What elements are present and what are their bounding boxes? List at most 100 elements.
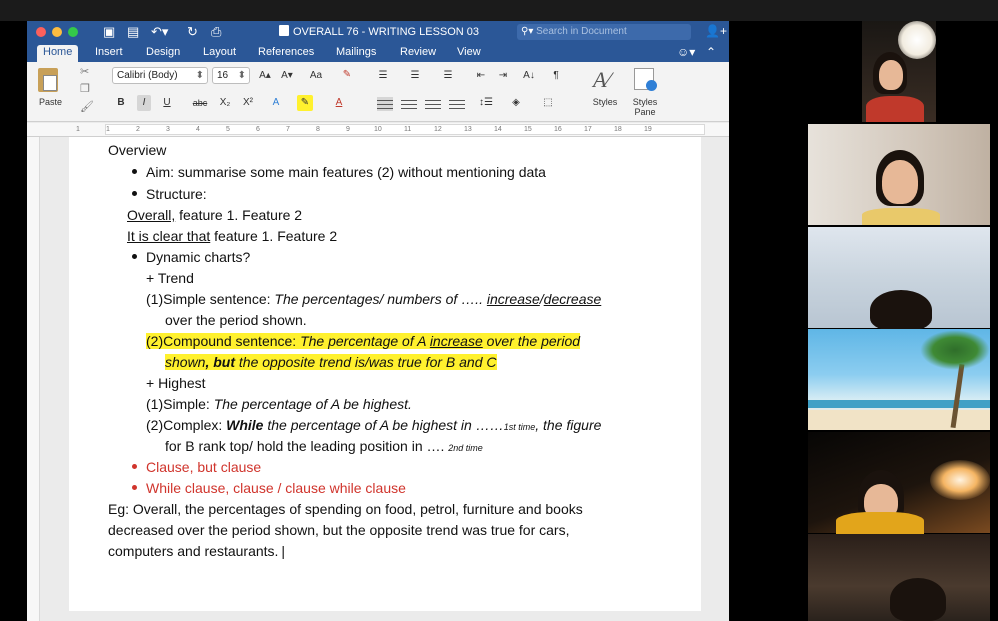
simple-sentence-continuation: over the period shown. bbox=[165, 312, 307, 328]
shrink-font-button[interactable]: A▾ bbox=[278, 68, 296, 84]
align-center-icon[interactable] bbox=[401, 97, 417, 111]
aim-text: Aim: summarise some main features (2) wi… bbox=[146, 164, 546, 180]
save-icon[interactable]: ▤ bbox=[127, 24, 139, 40]
bold-button[interactable]: B bbox=[114, 95, 128, 111]
word-window: ▣ ▤ ↶▾ ↻ ⎙ OVERALL 76 - WRITING LESSON 0… bbox=[27, 21, 729, 621]
redo-icon[interactable]: ↻ bbox=[187, 24, 198, 40]
video-top-strip bbox=[0, 0, 998, 21]
maximize-window-button[interactable] bbox=[68, 27, 78, 37]
tab-view[interactable]: View bbox=[451, 45, 487, 62]
ruler-number: 14 bbox=[494, 126, 502, 133]
text-effects-button[interactable]: A bbox=[269, 95, 283, 111]
example-line-2: decreased over the period shown, but the… bbox=[108, 522, 570, 538]
palm-tree-leaves bbox=[920, 330, 990, 370]
underline-button[interactable]: U bbox=[160, 95, 174, 111]
lamp-light bbox=[898, 21, 936, 59]
change-case-button[interactable]: Aa bbox=[305, 68, 327, 84]
share-icon[interactable]: 👤+ bbox=[705, 24, 727, 38]
strikethrough-button[interactable]: abc bbox=[190, 95, 210, 111]
cut-icon[interactable]: ✂ bbox=[80, 65, 89, 78]
styles-pane-icon[interactable] bbox=[634, 68, 657, 91]
clear-formatting-icon[interactable]: ✎ bbox=[338, 67, 356, 83]
tab-home[interactable]: Home bbox=[37, 45, 79, 62]
highest-complex-continuation: for B rank top/ hold the leading positio… bbox=[165, 438, 483, 454]
structure-text: Structure: bbox=[146, 186, 207, 202]
lamp-light bbox=[930, 460, 990, 500]
highlight-color-button[interactable]: ✎ bbox=[297, 95, 313, 111]
copy-icon[interactable]: ❐ bbox=[80, 82, 90, 95]
sidebar-toggle-icon[interactable]: ▣ bbox=[103, 24, 115, 40]
vertical-ruler[interactable] bbox=[27, 137, 40, 621]
trend-text: + Trend bbox=[146, 270, 194, 286]
bullet-icon bbox=[132, 464, 137, 469]
bullet-icon bbox=[132, 254, 137, 259]
font-color-button[interactable]: A bbox=[332, 95, 346, 111]
align-right-icon[interactable] bbox=[425, 97, 441, 111]
feedback-smiley-icon[interactable]: ☺▾ bbox=[677, 45, 695, 59]
participant-1-face bbox=[879, 60, 903, 90]
dynamic-charts-text: Dynamic charts? bbox=[146, 249, 251, 265]
participant-3-hair bbox=[870, 290, 932, 330]
close-window-button[interactable] bbox=[36, 27, 46, 37]
paste-label: Paste bbox=[39, 97, 63, 107]
collapse-ribbon-icon[interactable]: ⌃ bbox=[706, 45, 716, 59]
justify-icon[interactable] bbox=[449, 97, 465, 111]
chevron-down-icon: ⬍ bbox=[237, 70, 246, 81]
tab-mailings[interactable]: Mailings bbox=[330, 45, 382, 62]
tab-layout[interactable]: Layout bbox=[197, 45, 242, 62]
document-title: OVERALL 76 - WRITING LESSON 03 bbox=[279, 25, 479, 39]
participant-6-hair bbox=[890, 578, 946, 621]
multilevel-list-icon[interactable]: ☰ bbox=[440, 68, 456, 84]
undo-icon[interactable]: ↶▾ bbox=[151, 24, 168, 40]
ruler-number: 4 bbox=[196, 126, 200, 133]
highest-text: + Highest bbox=[146, 375, 206, 391]
ruler-number: 13 bbox=[464, 126, 472, 133]
ruler-number: 8 bbox=[316, 126, 320, 133]
tab-design[interactable]: Design bbox=[140, 45, 186, 62]
example-line-1: Eg: Overall, the percentages of spending… bbox=[108, 501, 583, 517]
participant-2-face bbox=[882, 160, 918, 204]
italic-button[interactable]: I bbox=[137, 95, 151, 111]
tab-insert[interactable]: Insert bbox=[89, 45, 129, 62]
styles-pane-label[interactable]: Styles Pane bbox=[627, 97, 663, 117]
participant-5-shirt bbox=[836, 512, 924, 534]
ribbon-home: Paste ✂ ❐ 🖌 Calibri (Body) ⬍ 16 ⬍ A▴ A▾ Aa… bbox=[27, 62, 729, 122]
sort-button[interactable]: A↓ bbox=[521, 68, 537, 84]
styles-icon[interactable]: A⁄ bbox=[593, 67, 610, 93]
ruler-number: 5 bbox=[226, 126, 230, 133]
paste-icon[interactable] bbox=[38, 68, 58, 92]
tab-review[interactable]: Review bbox=[394, 45, 442, 62]
ruler-number: 9 bbox=[346, 126, 350, 133]
ruler-number: 16 bbox=[554, 126, 562, 133]
format-painter-icon[interactable]: 🖌 bbox=[80, 100, 94, 113]
show-formatting-button[interactable]: ¶ bbox=[550, 68, 562, 84]
numbering-icon[interactable]: ☰ bbox=[407, 68, 423, 84]
print-icon[interactable]: ⎙ bbox=[211, 24, 221, 40]
subscript-button[interactable]: X₂ bbox=[217, 95, 233, 111]
ruler-number: 18 bbox=[614, 126, 622, 133]
horizontal-ruler[interactable]: 1 1 2 3 4 5 6 7 8 9 10 11 12 13 14 15 16… bbox=[27, 123, 729, 137]
font-name-select[interactable]: Calibri (Body) ⬍ bbox=[112, 67, 208, 84]
font-size-select[interactable]: 16 ⬍ bbox=[212, 67, 250, 84]
ruler-number: 1 bbox=[106, 126, 110, 133]
increase-indent-icon[interactable]: ⇥ bbox=[495, 68, 511, 84]
shading-icon[interactable]: ◈ bbox=[507, 95, 525, 111]
clear-structure-text: It is clear that feature 1. Feature 2 bbox=[127, 228, 338, 244]
borders-icon[interactable]: ⬚ bbox=[537, 95, 559, 111]
search-document-input[interactable]: ⚲▾ Search in Document bbox=[517, 24, 691, 40]
ruler-number: 3 bbox=[166, 126, 170, 133]
line-spacing-icon[interactable]: ↕☰ bbox=[477, 95, 495, 111]
styles-label[interactable]: Styles bbox=[589, 97, 621, 107]
document-page[interactable]: Overview Aim: summarise some main featur… bbox=[69, 137, 701, 611]
bullets-icon[interactable]: ☰ bbox=[375, 68, 391, 84]
simple-sentence-text: (1)Simple sentence: The percentages/ num… bbox=[146, 291, 602, 307]
superscript-button[interactable]: X² bbox=[240, 95, 256, 111]
grow-font-button[interactable]: A▴ bbox=[256, 68, 274, 84]
tab-references[interactable]: References bbox=[252, 45, 320, 62]
ruler-number: 11 bbox=[404, 126, 412, 133]
clause-but-text: Clause, but clause bbox=[146, 459, 262, 475]
text-cursor: | bbox=[281, 543, 286, 559]
decrease-indent-icon[interactable]: ⇤ bbox=[473, 68, 489, 84]
minimize-window-button[interactable] bbox=[52, 27, 62, 37]
align-left-icon[interactable] bbox=[377, 97, 393, 111]
